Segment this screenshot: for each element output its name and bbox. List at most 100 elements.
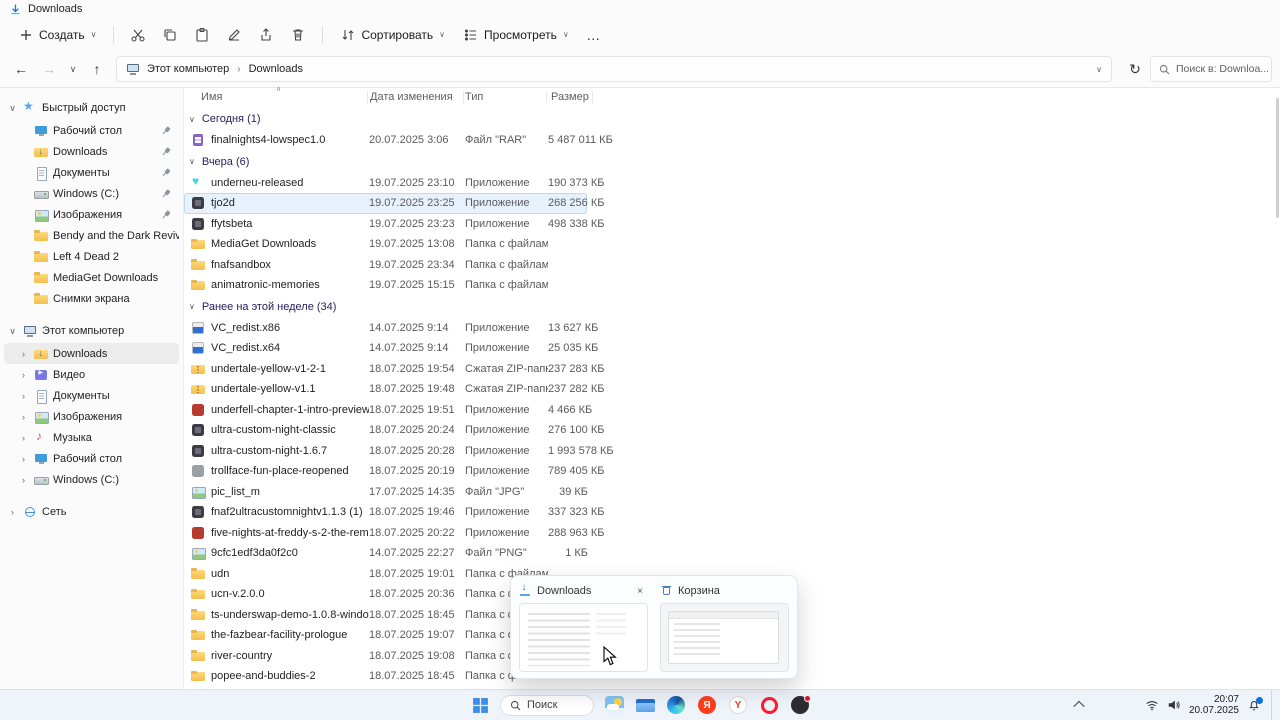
this-pc-section: ∨Этот компьютер › Downloads › Видео › Документ… (0, 319, 183, 490)
copy-button[interactable] (155, 22, 185, 48)
file-date: 18.07.2025 20:36 (369, 588, 455, 601)
file-row[interactable]: undertale-yellow-v1.1 18.07.2025 19:48 Сжа… (184, 379, 604, 400)
hidden-icons-chevron[interactable] (1073, 700, 1085, 713)
sidebar-item-label: Музыка (53, 431, 92, 444)
breadcrumb-item[interactable]: Этот компьютер (147, 63, 229, 75)
taskbar-opera-browser-icon[interactable] (758, 694, 780, 716)
sidebar-item[interactable]: Изображения (4, 204, 179, 225)
sidebar-item-label: Документы (53, 389, 110, 402)
address-bar[interactable]: Этот компьютер › Downloads ∨ (116, 56, 1112, 82)
file-type: Приложение (465, 176, 530, 189)
rename-button[interactable] (219, 22, 249, 48)
file-row[interactable]: 9cfc1edf3da0f2c0 14.07.2025 22:27 Файл "PN… (184, 543, 588, 564)
paste-button[interactable] (187, 22, 217, 48)
column-header-name[interactable]: Имя ∧ (184, 86, 368, 106)
wifi-icon[interactable] (1145, 698, 1159, 712)
sidebar-item[interactable]: › Документы (4, 385, 179, 406)
sidebar-item[interactable]: Left 4 Dead 2 (4, 246, 179, 267)
file-row[interactable]: pic_list_m 17.07.2025 14:35 Файл "JPG" 39 К… (184, 482, 588, 503)
desktop-icon (34, 124, 48, 138)
image-icon (191, 546, 206, 561)
start-button[interactable] (469, 694, 491, 716)
taskbar-yandex-start-icon[interactable]: Y (727, 694, 749, 716)
sidebar-item[interactable]: Windows (C:) (4, 183, 179, 204)
delete-button[interactable] (283, 22, 313, 48)
preview-card[interactable]: Downloads × (519, 582, 648, 672)
show-desktop-button[interactable] (1271, 690, 1276, 720)
file-row[interactable]: trollface-fun-place-reopened 18.07.2025 2… (184, 461, 604, 482)
clock[interactable]: 20:07 20.07.2025 (1189, 694, 1239, 716)
view-button[interactable]: Просмотреть ∨ (455, 22, 577, 48)
file-row[interactable]: MediaGet Downloads 19.07.2025 13:08 Папка … (184, 234, 587, 255)
sidebar-item[interactable]: Снимки экрана (4, 288, 179, 309)
downloads-icon (34, 347, 48, 361)
file-row[interactable]: undertale-yellow-v1-2-1 18.07.2025 19:54 С… (184, 359, 604, 380)
sidebar-item[interactable]: › Рабочий стол (4, 448, 179, 469)
taskbar-edge-browser-icon[interactable] (665, 694, 687, 716)
taskbar-search[interactable]: Поиск (500, 694, 594, 716)
file-group-header[interactable]: ∨ Вчера (6) (184, 151, 1280, 173)
breadcrumb-item[interactable]: Downloads (249, 63, 303, 75)
file-row[interactable]: VC_redist.x64 14.07.2025 9:14 Приложение 25… (184, 338, 598, 359)
file-row[interactable]: ultra-custom-night-1.6.7 18.07.2025 20:28… (184, 441, 614, 462)
vertical-scrollbar[interactable] (1276, 98, 1279, 218)
mouse-cursor (603, 646, 617, 666)
window-thumbnail[interactable] (519, 603, 648, 672)
close-thumbnail-button[interactable]: × (632, 583, 648, 599)
taskbar-weather-widget-icon[interactable] (603, 694, 625, 716)
search-input[interactable]: Поиск в: Downloa... (1176, 63, 1269, 75)
file-date: 18.07.2025 20:28 (369, 444, 455, 457)
file-group-header[interactable]: ∨ Сегодня (1) (184, 108, 1280, 130)
sidebar-item[interactable]: Рабочий стол (4, 120, 179, 141)
file-row[interactable]: fnaf2ultracustomnightv1.1.3 (1) 18.07.202… (184, 502, 604, 523)
sidebar-item[interactable]: › Видео (4, 364, 179, 385)
refresh-button[interactable]: ↻ (1122, 57, 1148, 81)
sidebar-item[interactable]: Документы (4, 162, 179, 183)
notification-bell-icon[interactable] (1247, 697, 1263, 712)
taskbar-file-explorer-icon[interactable] (634, 694, 656, 716)
column-header-size[interactable]: Размер (547, 88, 593, 106)
sidebar-section-this-pc[interactable]: ∨ Этот компьютер (0, 319, 183, 343)
file-row[interactable]: tjo2d 19.07.2025 23:25 Приложение 268 256 К… (184, 193, 604, 214)
trash-icon (290, 27, 306, 43)
file-row[interactable]: ultra-custom-night-classic 18.07.2025 20:… (184, 420, 604, 441)
file-row[interactable]: ffytsbeta 19.07.2025 23:23 Приложение 498 3… (184, 214, 604, 235)
sidebar-item[interactable]: Downloads (4, 141, 179, 162)
forward-button[interactable]: → (36, 57, 62, 81)
sidebar-item[interactable]: MediaGet Downloads (4, 267, 179, 288)
column-header-date[interactable]: Дата изменения (368, 88, 464, 106)
sidebar-item[interactable]: › Музыка (4, 427, 179, 448)
column-header-type[interactable]: Тип (464, 88, 547, 106)
recent-locations-button[interactable]: ∨ (64, 57, 82, 81)
file-type: Приложение (465, 506, 530, 519)
sidebar-item[interactable]: Bendy and the Dark Revival (2022) (4, 225, 179, 246)
taskbar-yandex-browser-icon[interactable]: Я (696, 694, 718, 716)
up-button[interactable]: ↑ (84, 57, 110, 81)
sidebar-item[interactable]: › Windows (C:) (4, 469, 179, 490)
window-thumbnail[interactable] (660, 603, 789, 672)
preview-card[interactable]: Корзина (660, 582, 789, 672)
file-row[interactable]: finalnights4-lowspec1.0 20.07.2025 3:06 Фа… (184, 130, 613, 151)
sidebar-item[interactable]: › Изображения (4, 406, 179, 427)
volume-icon[interactable] (1167, 698, 1181, 712)
sidebar-section-quick-access[interactable]: ∨Быстрый доступ (0, 96, 183, 120)
file-row[interactable]: underfell-chapter-1-intro-preview 18.07.2… (184, 400, 592, 421)
file-row[interactable]: fnafsandbox 19.07.2025 23:34 Папка с файла… (184, 255, 587, 276)
taskbar-game-app-icon[interactable] (789, 694, 811, 716)
search-box[interactable]: Поиск в: Downloa... (1150, 56, 1272, 82)
cut-button[interactable] (123, 22, 153, 48)
file-row[interactable]: VC_redist.x86 14.07.2025 9:14 Приложение 13… (184, 318, 598, 339)
file-row[interactable]: five-nights-at-freddy-s-2-the-remaster-o… (184, 523, 604, 544)
new-button[interactable]: Создать ∨ (10, 22, 104, 48)
file-row[interactable]: underneu-released 19.07.2025 23:10 Приложе… (184, 173, 604, 194)
sidebar-section-network[interactable]: › Сеть (0, 500, 183, 524)
address-dropdown-icon[interactable]: ∨ (1096, 65, 1102, 74)
sidebar-item[interactable]: › Downloads (4, 343, 179, 364)
more-options-button[interactable]: … (579, 22, 609, 48)
file-row[interactable]: animatronic-memories 19.07.2025 15:15 Папк… (184, 275, 587, 296)
sort-button[interactable]: Сортировать ∨ (332, 22, 453, 48)
back-button[interactable]: ← (8, 57, 34, 81)
folder-icon (191, 587, 205, 601)
file-group-header[interactable]: ∨ Ранее на этой неделе (34) (184, 296, 1280, 318)
share-button[interactable] (251, 22, 281, 48)
